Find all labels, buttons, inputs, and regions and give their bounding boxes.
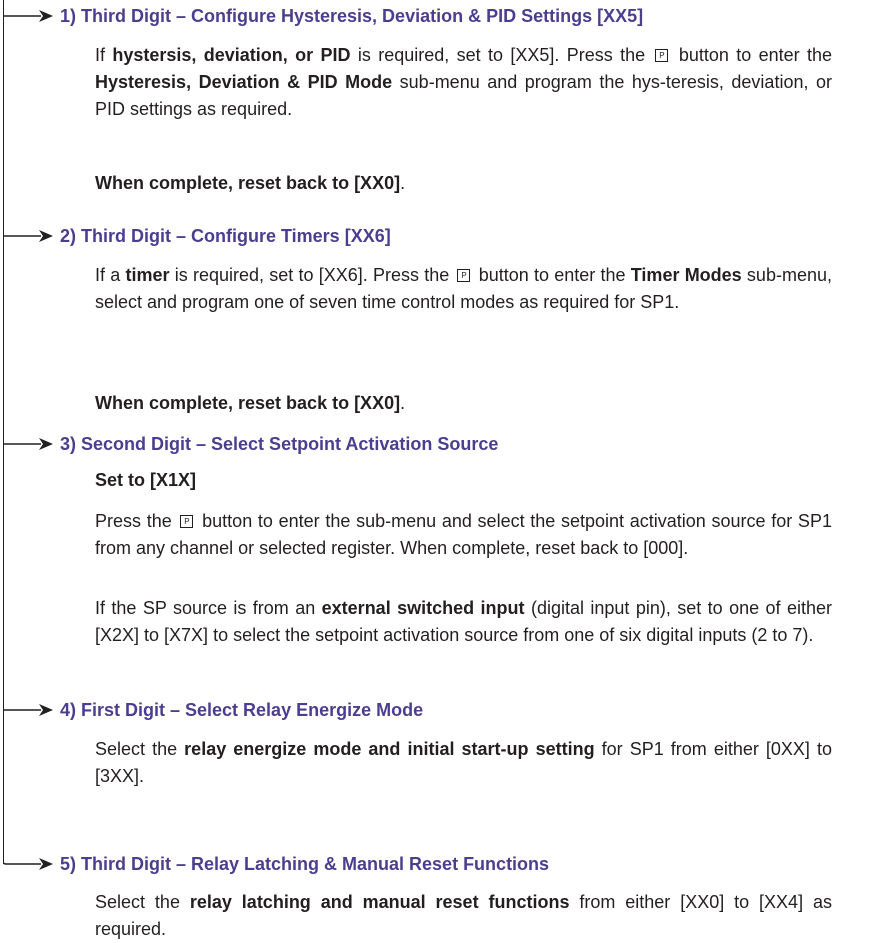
arrow-icon [3, 857, 53, 870]
step-4-heading: 4) First Digit – Select Relay Energize M… [60, 700, 424, 720]
step-4-paragraph: Select the relay energize mode and initi… [95, 739, 832, 786]
step-2-complete-note: When complete, reset back to [XX0]. [95, 393, 406, 413]
p-button-icon: P [180, 514, 194, 528]
step-2-paragraph: If a timer is required, set to [XX6]. Pr… [95, 265, 832, 312]
step-5-paragraph: Select the relay latching and manual res… [95, 892, 832, 939]
step-3-paragraph-2: If the SP source is from an external swi… [95, 598, 832, 645]
arrow-icon [3, 10, 53, 22]
step-1-complete-note: When complete, reset back to [XX0]. [95, 173, 406, 193]
arrow-icon [3, 438, 53, 450]
step-3-heading: 3) Second Digit – Select Setpoint Activa… [60, 434, 499, 454]
step-1-paragraph: If hystersis, deviation, or PID is requi… [95, 45, 832, 119]
step-3-subheading: Set to [X1X] [95, 470, 197, 490]
connector-line [3, 0, 4, 864]
step-5-heading: 5) Third Digit – Relay Latching & Manual… [60, 854, 550, 874]
arrow-icon [3, 704, 53, 716]
step-2-heading: 2) Third Digit – Configure Timers [XX6] [60, 226, 391, 246]
p-button-icon: P [457, 268, 471, 282]
step-3-paragraph: Press the P button to enter the sub-menu… [95, 511, 832, 558]
p-button-icon: P [655, 48, 669, 62]
step-1-heading: 1) Third Digit – Configure Hysteresis, D… [60, 6, 644, 26]
arrow-icon [3, 230, 53, 242]
